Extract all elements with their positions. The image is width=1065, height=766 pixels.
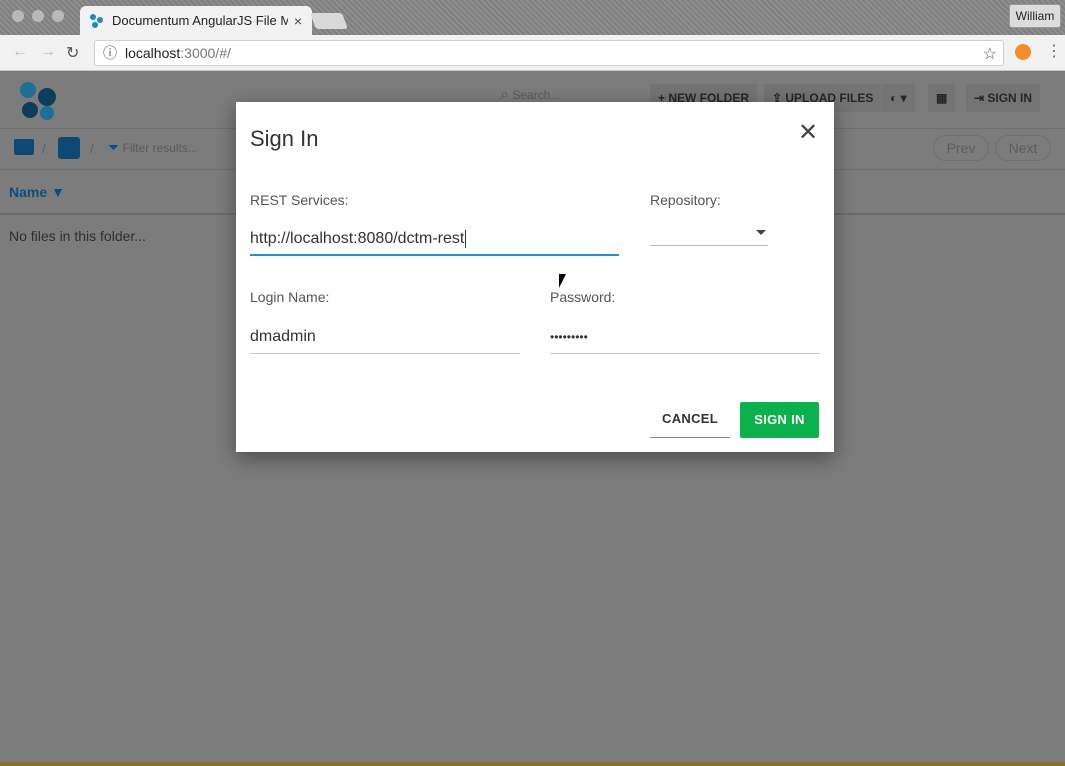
rest-services-input[interactable]: http://localhost:8080/dctm-rest [250, 226, 619, 256]
repository-select[interactable] [650, 226, 768, 246]
login-name-value: dmadmin [250, 328, 316, 345]
text-caret [465, 229, 467, 248]
extension-icon[interactable] [1015, 44, 1031, 60]
filter-input[interactable]: ⏷ Filter results... [108, 139, 198, 156]
language-menu-button[interactable]: ◐ ▾ [882, 84, 915, 112]
login-name-label: Login Name: [250, 289, 330, 305]
rest-services-label: REST Services: [250, 192, 349, 208]
forward-icon[interactable]: → [40, 43, 56, 61]
chevron-down-icon [756, 230, 766, 235]
bookmark-star-icon[interactable]: ☆ [983, 44, 997, 64]
search-icon: ⌕ [500, 86, 509, 103]
filter-placeholder: Filter results... [122, 141, 198, 155]
breadcrumb-separator: / [42, 141, 46, 156]
window-close-dot[interactable] [12, 10, 24, 22]
back-icon[interactable]: ← [12, 43, 28, 61]
reload-icon[interactable]: ↻ [66, 43, 79, 63]
prev-page-button[interactable]: Prev [933, 135, 989, 161]
bottom-edge [0, 762, 1065, 766]
sign-in-button[interactable]: SIGN IN [740, 402, 819, 438]
repository-label: Repository: [650, 192, 721, 208]
tab-close-icon[interactable]: × [294, 13, 302, 29]
cancel-button[interactable]: CANCEL [650, 402, 730, 438]
password-label: Password: [550, 289, 616, 305]
browser-toolbar: ← → ↻ ⓘ localhost :3000/#/ ☆ ⋮ [0, 35, 1065, 71]
breadcrumb-separator: / [90, 141, 94, 156]
browser-titlebar: Documentum AngularJS File M × William [0, 0, 1065, 35]
empty-message: No files in this folder... [9, 228, 146, 244]
password-value: ••••••••• [550, 330, 588, 344]
address-path: :3000/#/ [180, 45, 231, 61]
dialog-title: Sign In [250, 126, 319, 151]
browser-tab[interactable]: Documentum AngularJS File M × [80, 6, 312, 35]
mouse-pointer-icon [559, 274, 566, 288]
close-icon[interactable]: ✕ [798, 118, 818, 147]
login-name-input[interactable]: dmadmin [250, 324, 520, 354]
site-info-icon[interactable]: ⓘ [103, 43, 117, 63]
profile-button[interactable]: William [1009, 4, 1061, 28]
address-bar[interactable]: ⓘ localhost :3000/#/ ☆ [94, 40, 1004, 66]
browser-menu-icon[interactable]: ⋮ [1046, 41, 1062, 61]
address-host: localhost [125, 45, 181, 61]
header-sign-in-button[interactable]: ⇥ SIGN IN [966, 84, 1041, 112]
rest-services-value: http://localhost:8080/dctm-rest [250, 230, 465, 247]
sign-in-dialog: Sign In ✕ REST Services: http://localhos… [236, 102, 834, 452]
folder-open-icon[interactable] [14, 139, 34, 155]
window-zoom-dot[interactable] [52, 10, 64, 22]
search-placeholder: Search... [512, 88, 561, 102]
next-page-button[interactable]: Next [995, 135, 1051, 161]
name-column-header[interactable]: Name ▼ [9, 184, 65, 200]
filter-icon: ⏷ [108, 139, 120, 155]
app-logo [18, 80, 58, 120]
current-folder-icon[interactable] [58, 137, 80, 159]
new-tab-button[interactable] [310, 13, 348, 29]
grid-view-button[interactable]: ▦ [928, 84, 956, 112]
tab-title: Documentum AngularJS File M [112, 13, 288, 28]
window-minimize-dot[interactable] [32, 10, 44, 22]
password-input[interactable]: ••••••••• [550, 324, 820, 354]
app-favicon-icon [90, 13, 104, 28]
